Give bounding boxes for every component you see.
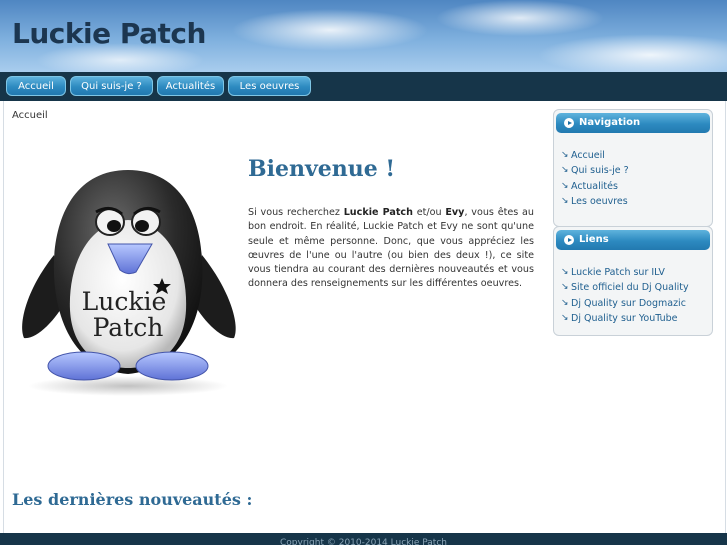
link-arrow-icon: ↘ — [561, 297, 569, 308]
link-arrow-icon: ↘ — [561, 180, 569, 191]
link-dj-quality-official[interactable]: ↘ Site officiel du Dj Quality — [561, 280, 689, 295]
intro-text: , vous êtes au bon endroit. En réalité, … — [248, 207, 535, 290]
sidebar-link-actualites[interactable]: ↘ Actualités — [561, 179, 629, 194]
logo-text-line2: Patch — [93, 313, 164, 342]
header-banner: Luckie Patch — [0, 0, 727, 72]
navigation-link-list: ↘ Accueil ↘ Qui suis-je ? ↘ Actualités ↘ Les… — [561, 148, 629, 209]
breadcrumb: Accueil — [12, 110, 48, 121]
intro-text: Si vous recherchez — [248, 207, 344, 218]
sidebar-link-accueil[interactable]: ↘ Accueil — [561, 148, 629, 163]
nav-actualites-button[interactable]: Actualités — [157, 76, 224, 96]
intro-text: et/ou — [412, 207, 446, 218]
sidebar-link-les-oeuvres[interactable]: ↘ Les oeuvres — [561, 194, 629, 209]
nav-les-oeuvres-button[interactable]: Les oeuvres — [228, 76, 311, 96]
navigation-box-header: Navigation — [556, 113, 710, 133]
liens-box-header: Liens — [556, 230, 710, 250]
logo-text-line1: Luckie — [82, 287, 167, 316]
link-dj-quality-dogmazic[interactable]: ↘ Dj Quality sur Dogmazic — [561, 296, 689, 311]
intro-bold-evy: Evy — [445, 207, 465, 218]
arrow-bullet-icon — [564, 235, 574, 245]
link-arrow-icon: ↘ — [561, 267, 569, 277]
link-arrow-icon: ↘ — [561, 165, 569, 176]
link-luckie-patch-ilv[interactable]: ↘ Luckie Patch sur ILV — [561, 265, 689, 280]
welcome-heading: Bienvenue ! — [248, 156, 396, 182]
link-arrow-icon: ↘ — [561, 312, 569, 323]
sidebar-link-qui-suis-je[interactable]: ↘ Qui suis-je ? — [561, 163, 629, 178]
latest-news-heading: Les dernières nouveautés : — [12, 490, 253, 509]
liens-link-list: ↘ Luckie Patch sur ILV ↘ Site officiel du … — [561, 265, 689, 326]
arrow-bullet-icon — [564, 118, 574, 128]
link-arrow-icon: ↘ — [561, 150, 569, 160]
link-arrow-icon: ↘ — [561, 195, 569, 206]
nav-qui-suis-je-button[interactable]: Qui suis-je ? — [70, 76, 153, 96]
link-arrow-icon: ↘ — [561, 282, 569, 293]
liens-box: Liens ↘ Luckie Patch sur ILV ↘ Site offici… — [553, 226, 713, 336]
intro-paragraph: Si vous recherchez Luckie Patch et/ou Ev… — [248, 206, 534, 292]
link-dj-quality-youtube[interactable]: ↘ Dj Quality sur YouTube — [561, 311, 689, 326]
nav-accueil-button[interactable]: Accueil — [6, 76, 66, 96]
site-title[interactable]: Luckie Patch — [12, 17, 206, 50]
penguin-logo-image: Luckie Patch — [22, 170, 236, 396]
liens-box-title: Liens — [579, 234, 609, 245]
intro-bold-luckie-patch: Luckie Patch — [343, 207, 413, 218]
navigation-box-title: Navigation — [579, 117, 641, 128]
footer: Copyright © 2010-2014 Luckie Patch — [0, 533, 727, 545]
main-navbar: Accueil Qui suis-je ? Actualités Les oeu… — [0, 72, 727, 101]
navigation-box: Navigation ↘ Accueil ↘ Qui suis-je ? ↘ Actu… — [553, 109, 713, 227]
